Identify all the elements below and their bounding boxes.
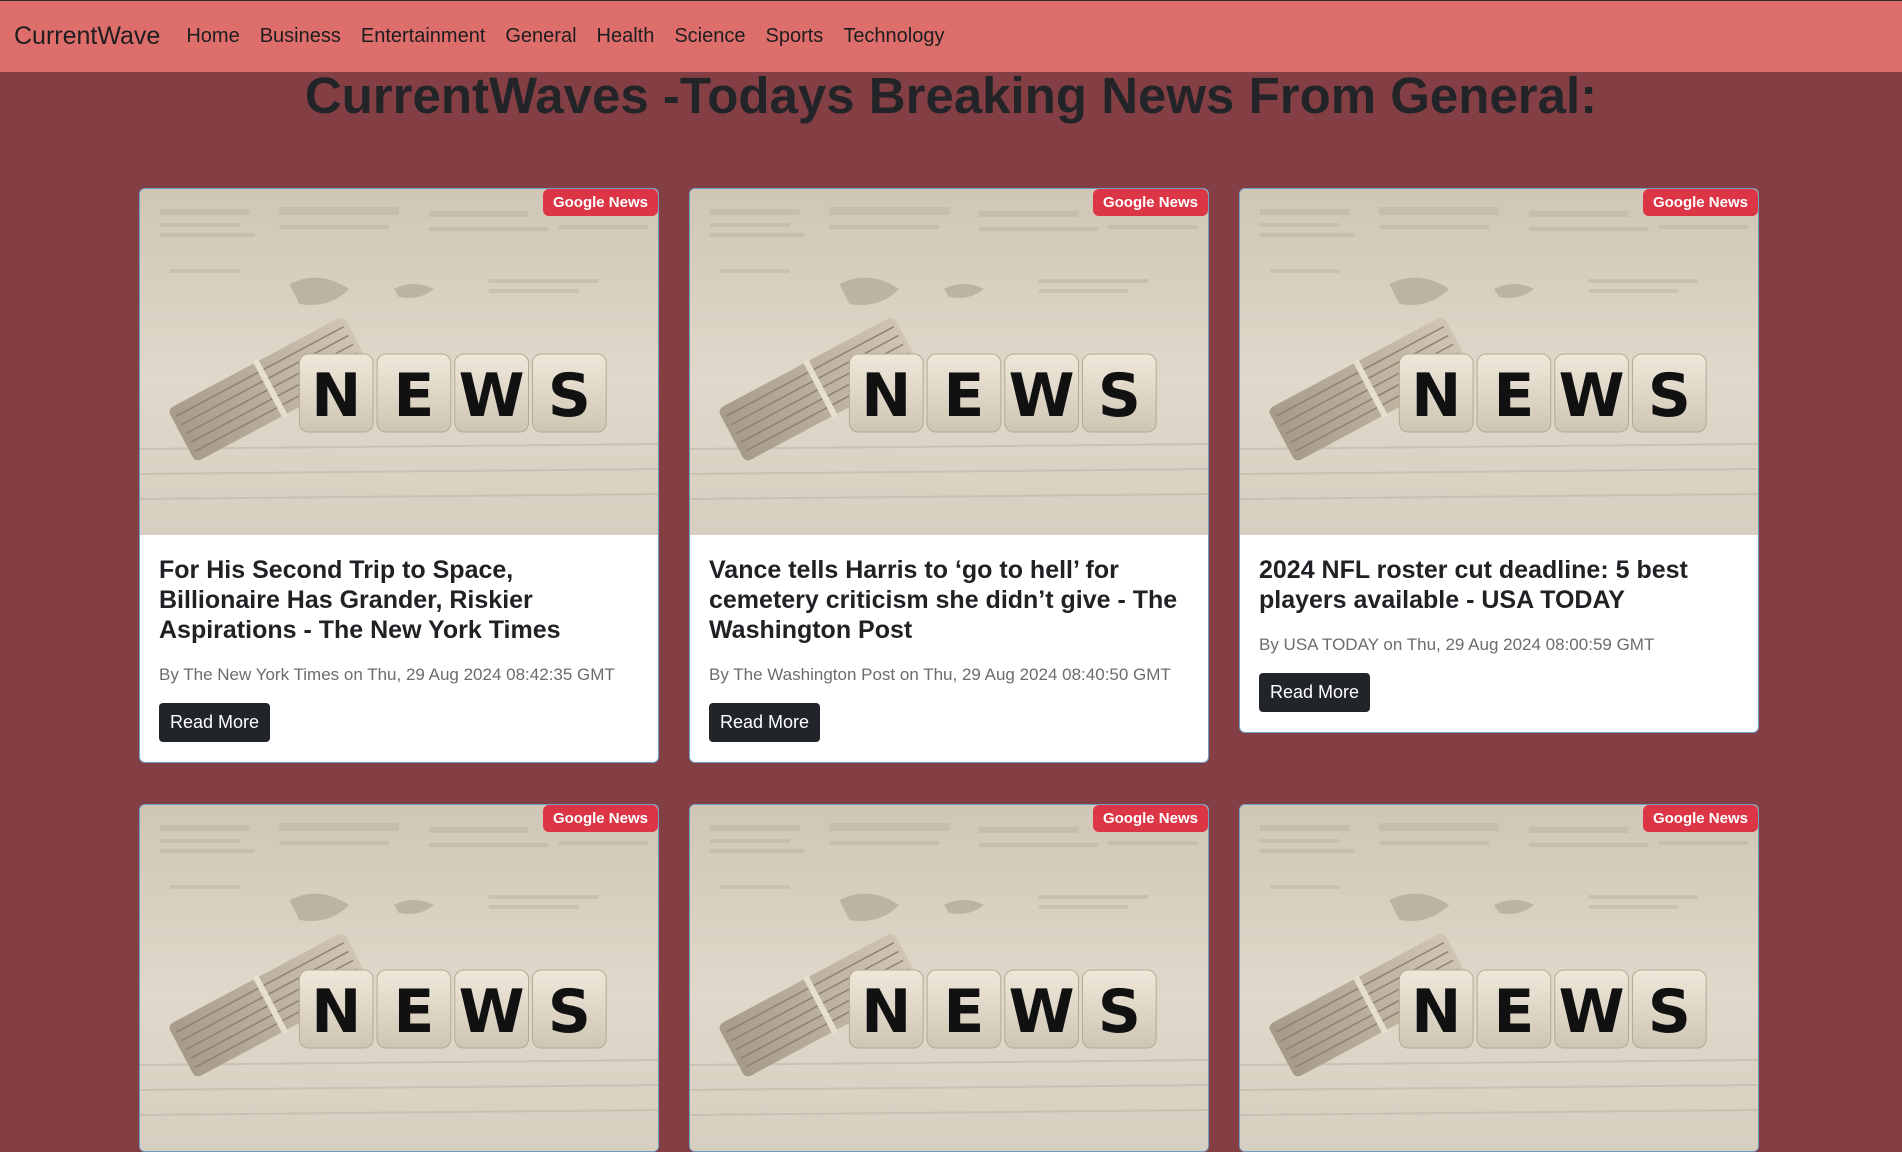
- news-dice-image: [1240, 189, 1758, 535]
- article-meta: By USA TODAY on Thu, 29 Aug 2024 08:00:5…: [1259, 635, 1655, 654]
- news-card: Google News: [689, 804, 1209, 1152]
- source-badge: Google News: [1642, 805, 1758, 832]
- nav-link-science[interactable]: Science: [674, 25, 745, 48]
- page-title: CurrentWaves -Todays Breaking News From …: [304, 67, 1598, 124]
- source-badge: Google News: [1092, 805, 1208, 832]
- nav-link-technology[interactable]: Technology: [843, 25, 944, 48]
- news-dice-image: [690, 805, 1208, 1151]
- nav-link-sports[interactable]: Sports: [766, 25, 824, 48]
- news-card: Google News: [1239, 804, 1759, 1152]
- nav-link-health[interactable]: Health: [597, 25, 655, 48]
- read-more-button[interactable]: Read More: [1259, 673, 1371, 712]
- source-badge: Google News: [1642, 189, 1758, 216]
- nav-link-entertainment[interactable]: Entertainment: [361, 25, 486, 48]
- nav-link-general[interactable]: General: [505, 25, 576, 48]
- nav-link-home[interactable]: Home: [186, 25, 239, 48]
- article-title: For His Second Trip to Space, Billionair…: [159, 556, 561, 644]
- news-dice-image: [140, 805, 658, 1151]
- read-more-button[interactable]: Read More: [159, 703, 271, 742]
- news-card: Google News For His Second Trip to Space…: [139, 188, 659, 763]
- nav-links: Home Business Entertainment General Heal…: [176, 25, 954, 48]
- news-card: Google News: [139, 804, 659, 1152]
- read-more-button[interactable]: Read More: [709, 703, 821, 742]
- news-dice-image: [690, 189, 1208, 535]
- article-title: 2024 NFL roster cut deadline: 5 best pla…: [1259, 556, 1688, 614]
- article-meta: By The New York Times on Thu, 29 Aug 202…: [159, 665, 615, 684]
- news-dice-image: [140, 189, 658, 535]
- navbar: CurrentWave Home Business Entertainment …: [0, 0, 1902, 72]
- source-badge: Google News: [1092, 189, 1208, 216]
- article-title: Vance tells Harris to ‘go to hell’ for c…: [709, 556, 1178, 644]
- nav-link-business[interactable]: Business: [260, 25, 341, 48]
- source-badge: Google News: [542, 189, 658, 216]
- news-dice-image: [1240, 805, 1758, 1151]
- news-grid: Google News For His Second Trip to Space…: [139, 188, 1759, 1152]
- source-badge: Google News: [542, 805, 658, 832]
- brand-link[interactable]: CurrentWave: [14, 22, 160, 51]
- news-card: Google News 2024 NFL roster cut deadline…: [1239, 188, 1759, 733]
- article-meta: By The Washington Post on Thu, 29 Aug 20…: [709, 665, 1171, 684]
- news-card: Google News Vance tells Harris to ‘go to…: [689, 188, 1209, 763]
